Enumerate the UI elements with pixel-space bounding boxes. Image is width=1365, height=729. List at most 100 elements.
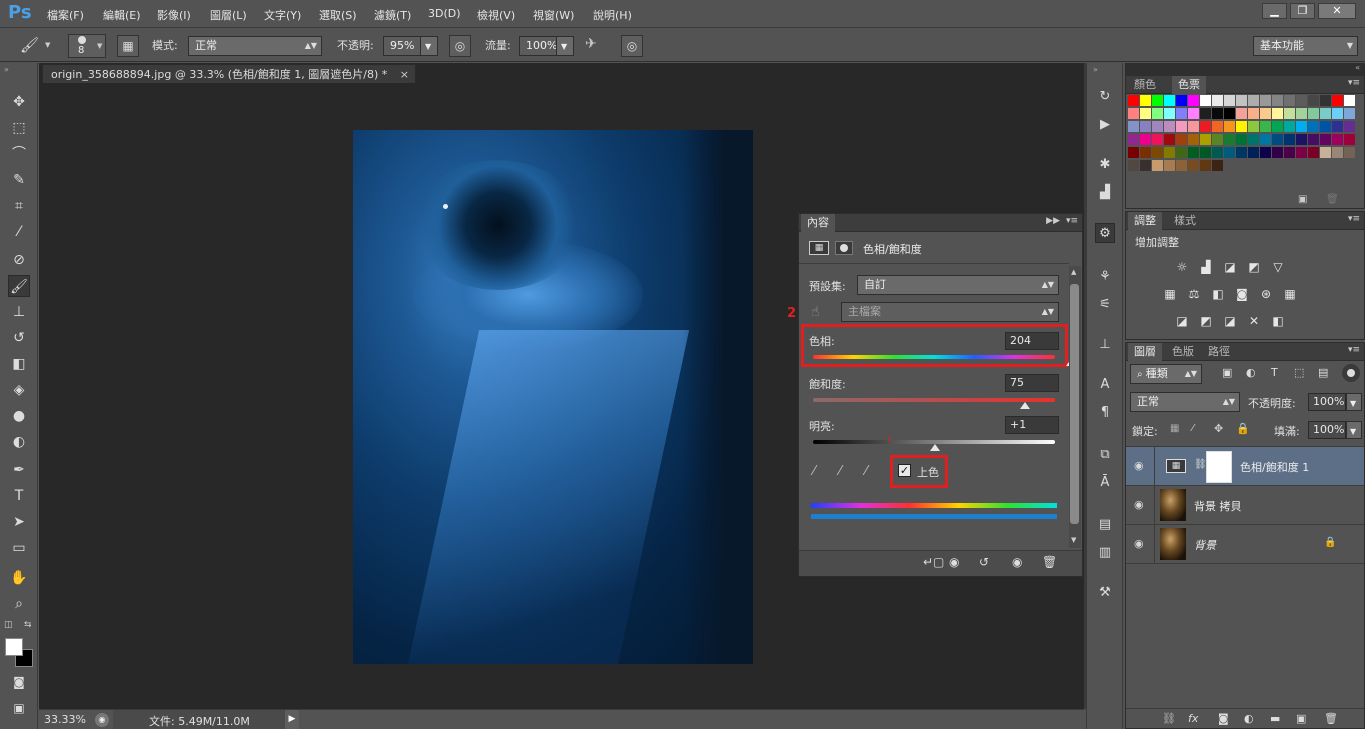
color-swatch[interactable] [1284, 121, 1295, 132]
color-swatch[interactable] [1128, 134, 1139, 145]
color-swatch[interactable] [1176, 108, 1187, 119]
menu-file[interactable]: 檔案(F) [47, 7, 84, 23]
color-swatch[interactable] [1200, 121, 1211, 132]
tab-styles[interactable]: 樣式 [1168, 212, 1202, 230]
color-swatch[interactable] [1236, 121, 1247, 132]
hue-input[interactable]: 204 [1005, 332, 1059, 350]
color-swatch[interactable] [1152, 134, 1163, 145]
color-swatch[interactable] [1164, 147, 1175, 158]
channel-select[interactable]: 主檔案 ▲▼ [841, 302, 1059, 322]
color-swatch[interactable] [1128, 121, 1139, 132]
filter-type-icon[interactable]: T [1271, 366, 1278, 379]
panel-menu-icon[interactable]: ▾≡ [1348, 214, 1360, 224]
color-swatch[interactable] [1164, 134, 1175, 145]
trash-icon[interactable]: 🗑 [1326, 194, 1339, 205]
levels-icon[interactable]: ▟ [1198, 259, 1214, 275]
move-tool-icon[interactable]: ✥ [8, 91, 30, 113]
color-swatch[interactable] [1296, 95, 1307, 106]
color-swatch[interactable] [1212, 108, 1223, 119]
saturation-slider-thumb[interactable] [1019, 402, 1030, 409]
fill-input[interactable]: 100% [1308, 421, 1346, 439]
color-swatch[interactable] [1176, 134, 1187, 145]
color-swatch[interactable] [1176, 121, 1187, 132]
menu-type[interactable]: 文字(Y) [264, 7, 301, 23]
color-swatch[interactable] [1224, 134, 1235, 145]
threshold-icon[interactable]: ◪ [1222, 313, 1238, 329]
color-swatch[interactable] [1200, 147, 1211, 158]
eyedropper-plus-icon[interactable]: ⁄ [839, 464, 841, 479]
color-swatch[interactable] [1284, 95, 1295, 106]
default-colors-icon[interactable]: ◫ [4, 620, 13, 630]
hue-slider-track[interactable] [813, 355, 1055, 359]
tab-channels[interactable]: 色版 [1166, 343, 1200, 361]
lightness-input[interactable]: +1 [1005, 416, 1059, 434]
color-swatch[interactable] [1188, 134, 1199, 145]
color-swatch[interactable] [1212, 95, 1223, 106]
opacity-input[interactable]: 95% [383, 36, 421, 56]
mask-icon[interactable] [835, 241, 853, 255]
pressure-size-icon[interactable]: ◎ [621, 35, 643, 57]
new-layer-icon[interactable]: ▣ [1296, 712, 1306, 725]
color-swatch[interactable] [1200, 95, 1211, 106]
paint-bucket-tool-icon[interactable]: ◈ [8, 379, 30, 401]
preset-select[interactable]: 自訂 ▲▼ [857, 275, 1059, 295]
color-swatch[interactable] [1248, 108, 1259, 119]
color-swatch[interactable] [1344, 121, 1355, 132]
color-swatch[interactable] [1152, 147, 1163, 158]
minimize-button[interactable]: ▁ [1262, 3, 1287, 19]
menu-filter[interactable]: 濾鏡(T) [374, 7, 411, 23]
collapse-panel-icon[interactable]: ▶▶ [1046, 216, 1060, 226]
color-swatch[interactable] [1308, 108, 1319, 119]
color-swatch[interactable] [1140, 95, 1151, 106]
quick-select-tool-icon[interactable]: ✎ [8, 169, 30, 191]
filter-smart-object-icon[interactable]: ▤ [1318, 366, 1328, 379]
color-swatch[interactable] [1224, 147, 1235, 158]
visibility-eye-icon[interactable]: ◉ [1134, 498, 1144, 511]
scroll-up-icon[interactable]: ▲ [1071, 268, 1076, 276]
color-swatch[interactable] [1284, 147, 1295, 158]
paragraph-styles-icon[interactable]: Ā [1095, 473, 1115, 493]
color-lookup-icon[interactable]: ▦ [1282, 286, 1298, 302]
photo-filter-icon[interactable]: ◙ [1234, 286, 1250, 302]
tab-adjustments[interactable]: 調整 [1128, 212, 1162, 230]
quick-mask-icon[interactable]: ◙ [8, 671, 30, 693]
properties-panel-icon[interactable]: ⚙ [1095, 223, 1115, 243]
color-swatch[interactable] [1128, 147, 1139, 158]
color-swatch[interactable] [1212, 121, 1223, 132]
color-swatch[interactable] [1248, 147, 1259, 158]
color-swatch[interactable] [1332, 121, 1343, 132]
new-adjustment-icon[interactable]: ◐ [1244, 712, 1254, 725]
color-swatch[interactable] [1224, 95, 1235, 106]
menu-layer[interactable]: 圖層(L) [210, 7, 247, 23]
mode-select[interactable]: 正常 ▲▼ [188, 36, 322, 56]
lightness-slider-thumb[interactable] [930, 444, 941, 451]
tab-layers[interactable]: 圖層 [1128, 343, 1162, 361]
color-swatch[interactable] [1164, 121, 1175, 132]
vibrance-icon[interactable]: ▽ [1270, 259, 1286, 275]
color-swatch[interactable] [1224, 121, 1235, 132]
color-swatch[interactable] [1260, 108, 1271, 119]
blend-mode-select[interactable]: 正常 ▲▼ [1130, 392, 1240, 412]
layer-row-background-copy[interactable]: ◉ 背景 拷貝 [1126, 486, 1364, 525]
color-swatch[interactable] [1296, 147, 1307, 158]
lock-pixels-icon[interactable]: ⁄ [1192, 423, 1194, 434]
scroll-down-icon[interactable]: ▼ [1071, 536, 1076, 544]
color-swatch[interactable] [1284, 134, 1295, 145]
color-swatch[interactable] [1332, 147, 1343, 158]
brush-size-picker[interactable]: 8 ▼ [68, 34, 106, 58]
color-swatch[interactable] [1248, 121, 1259, 132]
color-swatch[interactable] [1164, 108, 1175, 119]
colorize-checkbox[interactable]: ✓ [898, 464, 911, 477]
color-swatch[interactable] [1332, 95, 1343, 106]
color-swatch[interactable] [1200, 160, 1211, 171]
color-swatch[interactable] [1140, 160, 1151, 171]
color-swatch[interactable] [1320, 147, 1331, 158]
character-styles-icon[interactable]: ⧉ [1095, 445, 1115, 465]
brush-presets-icon[interactable]: ⚘ [1095, 267, 1115, 287]
visibility-eye-icon[interactable]: ◉ [1134, 537, 1144, 550]
color-swatch[interactable] [1260, 134, 1271, 145]
color-swatch[interactable] [1260, 147, 1271, 158]
color-swatch[interactable] [1284, 108, 1295, 119]
scrollbar-thumb[interactable] [1070, 284, 1079, 524]
color-swatch[interactable] [1188, 147, 1199, 158]
